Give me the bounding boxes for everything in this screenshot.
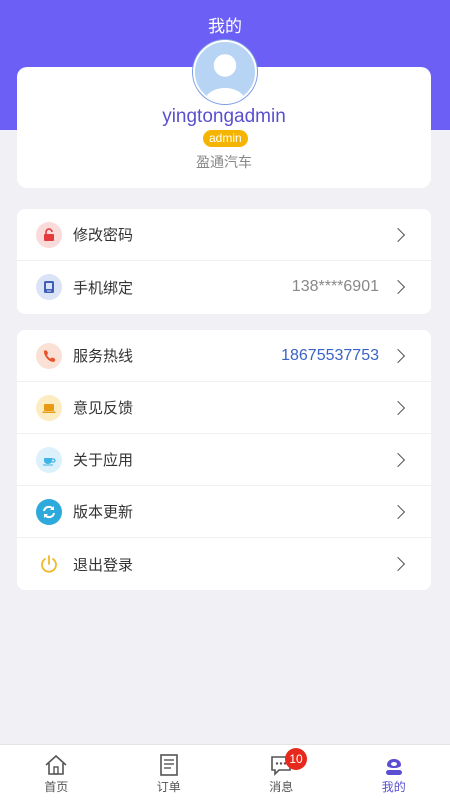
version-update-row[interactable]: 版本更新 (17, 486, 431, 538)
bottom-tab-bar: 首页 订单 消息 10 我的 (0, 744, 450, 800)
service-hotline-row[interactable]: 服务热线 18675537753 (17, 330, 431, 382)
tab-home[interactable]: 首页 (0, 745, 113, 800)
change-password-row[interactable]: 修改密码 (17, 209, 431, 261)
user-icon (385, 759, 402, 775)
chevron-right-icon (390, 452, 406, 467)
feedback-row[interactable]: 意见反馈 (17, 382, 431, 434)
phone-number-value: 138****6901 (291, 278, 379, 295)
account-card: 修改密码 手机绑定 138****6901 (17, 209, 431, 314)
row-label: 关于应用 (73, 452, 134, 469)
chevron-right-icon (390, 556, 406, 572)
chevron-right-icon (390, 279, 406, 295)
tab-messages[interactable]: 消息 10 (225, 745, 338, 800)
tab-label: 我的 (381, 780, 406, 794)
page-title: 我的 (208, 17, 242, 36)
tab-label: 消息 (269, 780, 294, 794)
role-badge: admin (203, 130, 248, 147)
avatar[interactable] (193, 40, 257, 104)
telephone-icon (36, 342, 62, 369)
settings-card: 服务热线 18675537753 意见反馈 关于应用 版本更新 退出登录 (17, 330, 431, 590)
home-icon (45, 754, 67, 775)
document-icon (159, 754, 178, 776)
tab-mine[interactable]: 我的 (338, 745, 450, 800)
row-label: 版本更新 (73, 504, 134, 521)
tab-label: 首页 (44, 780, 69, 794)
row-label: 意见反馈 (73, 400, 134, 417)
tab-label: 订单 (156, 780, 181, 794)
cup-icon (36, 446, 62, 473)
power-icon (36, 551, 62, 577)
hotline-number-link[interactable]: 18675537753 (281, 347, 379, 365)
laptop-icon (36, 394, 62, 421)
phone-binding-row[interactable]: 手机绑定 138****6901 (17, 261, 431, 313)
about-app-row[interactable]: 关于应用 (17, 434, 431, 486)
row-label: 退出登录 (73, 556, 134, 574)
chevron-right-icon (390, 227, 406, 242)
row-label: 服务热线 (73, 348, 134, 365)
chevron-right-icon (390, 400, 406, 415)
chevron-right-icon (390, 504, 406, 519)
logout-row[interactable]: 退出登录 (17, 538, 431, 590)
row-label: 修改密码 (73, 227, 134, 244)
lock-icon (36, 221, 62, 248)
chevron-right-icon (390, 348, 406, 363)
username: yingtongadmin (162, 106, 286, 127)
tab-orders[interactable]: 订单 (113, 745, 226, 800)
phone-device-icon (36, 274, 62, 300)
row-label: 手机绑定 (73, 279, 134, 297)
company-name: 盈通汽车 (196, 154, 252, 170)
user-avatar-icon (195, 42, 255, 102)
refresh-icon (36, 498, 62, 525)
unread-count-badge: 10 (285, 748, 307, 770)
